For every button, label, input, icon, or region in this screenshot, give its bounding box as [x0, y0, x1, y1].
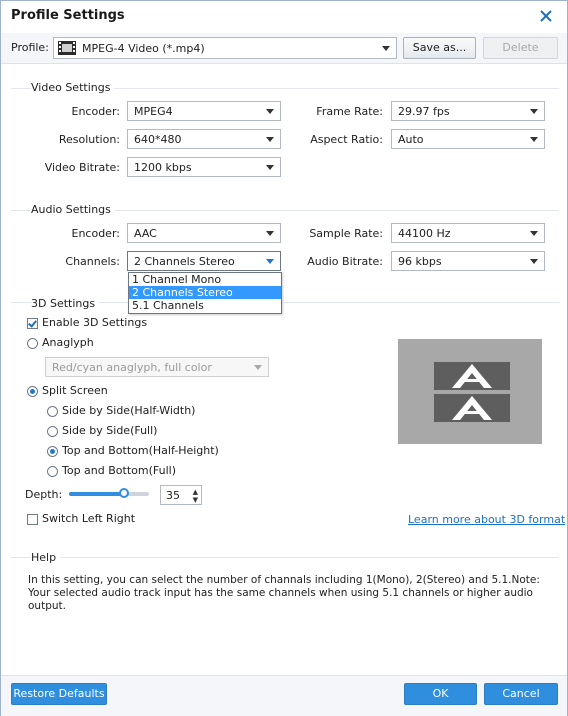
profile-value: MPEG-4 Video (*.mp4) — [82, 42, 205, 55]
video-encoder-value: MPEG4 — [134, 105, 173, 118]
resolution-label: Resolution: — [58, 133, 120, 146]
audio-bitrate-label: Audio Bitrate: — [307, 255, 383, 268]
profile-toolbar: Profile: MPEG-4 Video (*.mp4) Save as...… — [1, 33, 567, 64]
split-screen-label[interactable]: Split Screen — [42, 384, 108, 397]
top-half-radio[interactable] — [47, 446, 58, 457]
help-text: In this setting, you can select the numb… — [28, 574, 540, 612]
chevron-down-icon — [266, 231, 274, 236]
help-divider — [11, 557, 559, 558]
side-full-radio[interactable] — [47, 426, 58, 437]
profile-label: Profile: — [11, 41, 49, 54]
preview-bottom-half — [434, 394, 510, 422]
chevron-down-icon — [530, 137, 538, 142]
chevron-down-icon — [530, 231, 538, 236]
chevron-down-icon — [266, 259, 274, 264]
spinner-up-icon[interactable]: ▲ — [193, 489, 198, 496]
chevron-down-icon — [382, 46, 390, 51]
depth-label: Depth: — [25, 488, 63, 501]
audio-encoder-select[interactable]: AAC — [127, 223, 281, 243]
delete-button[interactable]: Delete — [483, 37, 558, 59]
sample-rate-select[interactable]: 44100 Hz — [391, 223, 545, 243]
frame-rate-value: 29.97 fps — [398, 105, 450, 118]
learn-more-3d-link[interactable]: Learn more about 3D format — [408, 513, 565, 526]
top-full-label[interactable]: Top and Bottom(Full) — [62, 464, 176, 477]
aspect-ratio-label: Aspect Ratio: — [310, 133, 383, 146]
chevron-down-icon — [266, 137, 274, 142]
frame-rate-label: Frame Rate: — [316, 105, 383, 118]
restore-defaults-button[interactable]: Restore Defaults — [11, 683, 107, 705]
depth-slider-fill — [69, 492, 125, 496]
audio-section-title: Audio Settings — [31, 203, 115, 216]
sample-rate-value: 44100 Hz — [398, 227, 451, 240]
profile-select[interactable]: MPEG-4 Video (*.mp4) — [53, 37, 397, 59]
audio-encoder-label: Encoder: — [71, 227, 121, 240]
ok-button[interactable]: OK — [404, 683, 477, 705]
depth-spinner[interactable]: 35 ▲ ▼ — [160, 485, 202, 505]
switch-left-right-label[interactable]: Switch Left Right — [42, 512, 135, 525]
anaglyph-label[interactable]: Anaglyph — [42, 336, 94, 349]
spinner-down-icon[interactable]: ▼ — [193, 497, 198, 504]
window-title: Profile Settings — [11, 8, 125, 23]
side-full-label[interactable]: Side by Side(Full) — [62, 424, 157, 437]
channels-value: 2 Channels Stereo — [134, 255, 235, 268]
frame-rate-select[interactable]: 29.97 fps — [391, 101, 545, 121]
audio-bitrate-select[interactable]: 96 kbps — [391, 251, 545, 271]
depth-slider-handle[interactable] — [119, 488, 129, 498]
depth-slider-track[interactable] — [69, 488, 149, 498]
channels-dropdown-list: 1 Channel Mono 2 Channels Stereo 5.1 Cha… — [128, 272, 282, 314]
profile-settings-window: Profile Settings Profile: MPEG-4 Video (… — [0, 0, 568, 716]
3d-preview — [398, 339, 542, 444]
top-half-label[interactable]: Top and Bottom(Half-Height) — [62, 444, 219, 457]
sample-rate-label: Sample Rate: — [309, 227, 383, 240]
video-encoder-label: Encoder: — [71, 105, 121, 118]
aspect-ratio-select[interactable]: Auto — [391, 129, 545, 149]
enable-3d-checkbox[interactable] — [27, 318, 38, 329]
cancel-button[interactable]: Cancel — [484, 683, 558, 705]
switch-left-right-checkbox[interactable] — [27, 514, 38, 525]
video-section-title: Video Settings — [31, 81, 115, 94]
channels-option-5-1[interactable]: 5.1 Channels — [129, 299, 281, 312]
video-bitrate-value: 1200 kbps — [134, 161, 192, 174]
chevron-down-icon — [266, 165, 274, 170]
three-d-section-title: 3D Settings — [31, 297, 100, 310]
film-icon — [58, 41, 76, 55]
video-bitrate-label: Video Bitrate: — [44, 161, 120, 174]
chevron-down-icon — [254, 365, 262, 370]
anaglyph-radio[interactable] — [27, 338, 38, 349]
video-encoder-select[interactable]: MPEG4 — [127, 101, 281, 121]
side-half-label[interactable]: Side by Side(Half-Width) — [62, 404, 195, 417]
dialog-footer: Restore Defaults OK Cancel — [1, 675, 567, 716]
channels-select[interactable]: 2 Channels Stereo — [127, 251, 281, 271]
preview-top-half — [434, 362, 510, 390]
video-bitrate-select[interactable]: 1200 kbps — [127, 157, 281, 177]
aspect-ratio-value: Auto — [398, 133, 424, 146]
chevron-down-icon — [530, 259, 538, 264]
channels-option-stereo[interactable]: 2 Channels Stereo — [129, 286, 281, 299]
anaglyph-mode-value: Red/cyan anaglyph, full color — [52, 361, 212, 374]
channels-option-mono[interactable]: 1 Channel Mono — [129, 273, 281, 286]
close-icon[interactable] — [537, 7, 555, 25]
top-full-radio[interactable] — [47, 466, 58, 477]
resolution-select[interactable]: 640*480 — [127, 129, 281, 149]
audio-encoder-value: AAC — [134, 227, 157, 240]
audio-bitrate-value: 96 kbps — [398, 255, 442, 268]
split-screen-radio[interactable] — [27, 386, 38, 397]
chevron-down-icon — [530, 109, 538, 114]
resolution-value: 640*480 — [134, 133, 182, 146]
side-half-radio[interactable] — [47, 406, 58, 417]
channels-label: Channels: — [65, 255, 120, 268]
chevron-down-icon — [266, 109, 274, 114]
anaglyph-mode-select[interactable]: Red/cyan anaglyph, full color — [45, 357, 269, 377]
help-section-title: Help — [31, 551, 61, 564]
depth-value: 35 — [166, 489, 180, 502]
enable-3d-label[interactable]: Enable 3D Settings — [42, 316, 147, 329]
save-as-button[interactable]: Save as... — [403, 37, 476, 59]
